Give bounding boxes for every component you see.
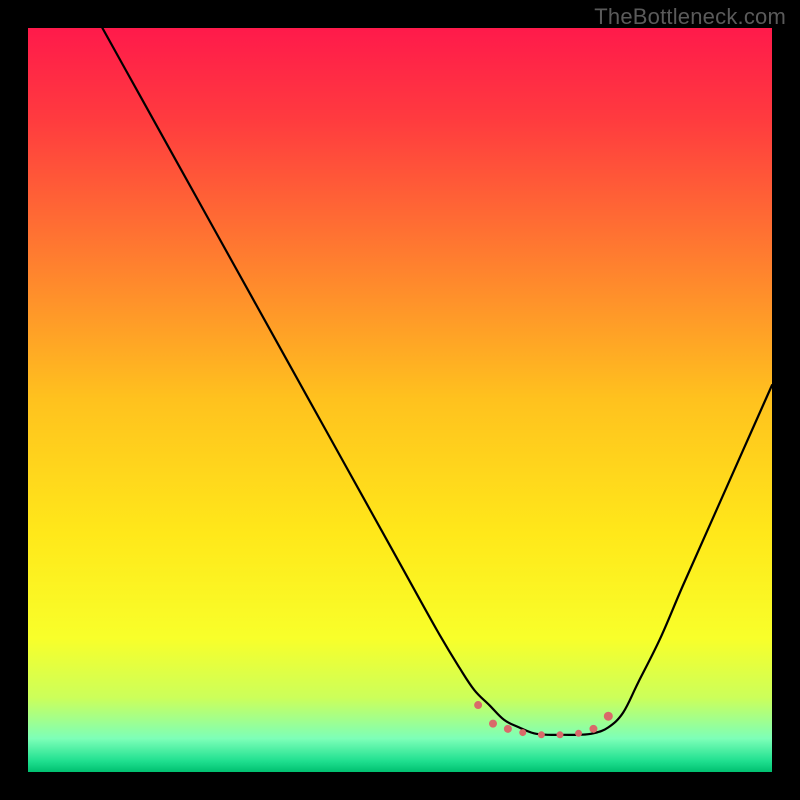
bottleneck-chart bbox=[28, 28, 772, 772]
data-marker bbox=[589, 725, 597, 733]
data-marker bbox=[474, 701, 482, 709]
chart-background bbox=[28, 28, 772, 772]
data-marker bbox=[575, 730, 582, 737]
chart-svg bbox=[28, 28, 772, 772]
watermark-text: TheBottleneck.com bbox=[594, 4, 786, 30]
data-marker bbox=[604, 712, 613, 721]
data-marker bbox=[489, 720, 497, 728]
data-marker bbox=[504, 725, 512, 733]
data-marker bbox=[538, 731, 545, 738]
data-marker bbox=[519, 729, 526, 736]
data-marker bbox=[556, 731, 563, 738]
